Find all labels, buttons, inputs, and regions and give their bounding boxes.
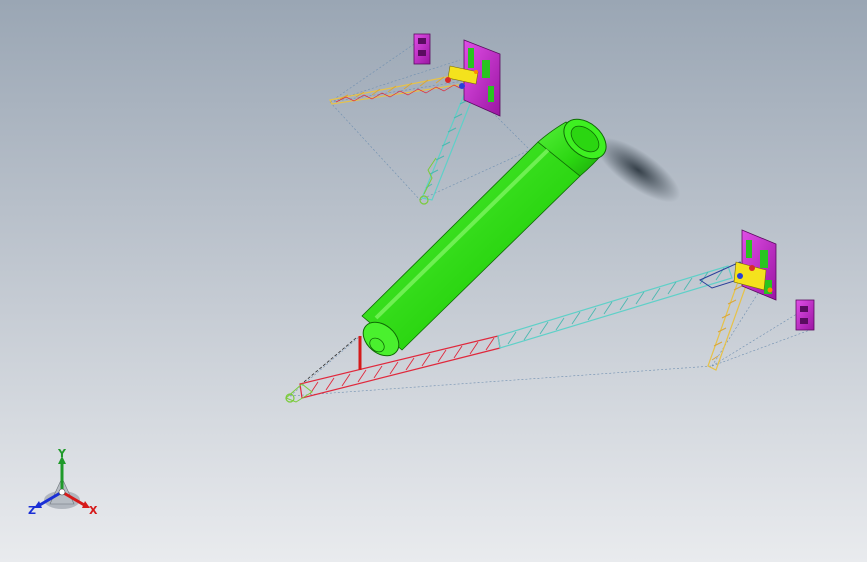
cad-graphics-viewport[interactable]: Y Z X [0,0,867,562]
triad-z-label: Z [28,504,36,517]
triad-y-label: Y [58,447,66,460]
triad-x-label: X [89,504,98,517]
view-orientation-triad[interactable]: Y Z X [22,448,106,522]
upper-bracket-plate [413,33,501,117]
upper-crane-assembly-icon[interactable] [329,33,531,205]
lower-mast-lattice [707,275,749,371]
lower-bracket-plate [733,229,815,331]
model-scene[interactable] [0,0,867,562]
lower-boom-lattice [285,261,751,403]
upper-mast-lattice [419,89,475,205]
upper-boom-lattice [329,73,465,105]
